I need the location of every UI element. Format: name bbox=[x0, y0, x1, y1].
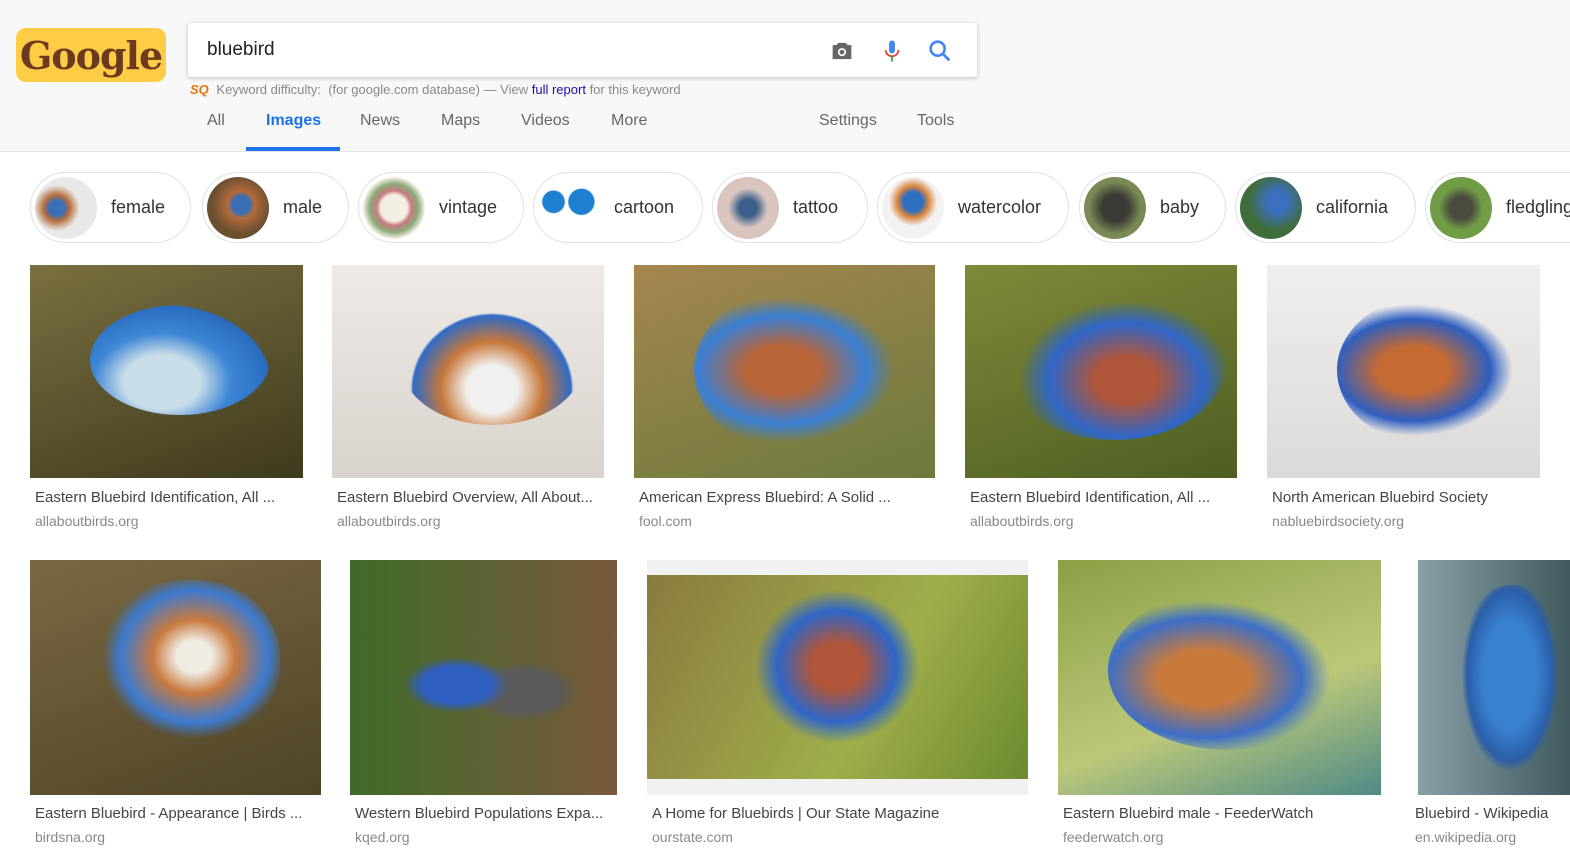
keyword-label: Keyword difficulty: bbox=[216, 82, 321, 97]
image-result[interactable]: Eastern Bluebird Overview, All About... … bbox=[332, 265, 604, 535]
chip-thumbnail bbox=[1240, 176, 1302, 239]
result-source[interactable]: fool.com bbox=[639, 513, 692, 529]
result-source[interactable]: birdsna.org bbox=[35, 829, 105, 845]
search-input[interactable] bbox=[207, 35, 807, 65]
result-image[interactable] bbox=[647, 560, 1028, 795]
result-source[interactable]: ourstate.com bbox=[652, 829, 733, 845]
keyword-difficulty-bar: SQ Keyword difficulty: (for google.com d… bbox=[190, 82, 681, 97]
active-tab-indicator bbox=[246, 147, 340, 151]
tab-images[interactable]: Images bbox=[266, 112, 321, 130]
result-image[interactable] bbox=[30, 560, 321, 795]
result-image[interactable] bbox=[1267, 265, 1540, 478]
tab-all[interactable]: All bbox=[207, 112, 225, 130]
tab-videos[interactable]: Videos bbox=[521, 112, 570, 130]
chip-label: vintage bbox=[439, 197, 498, 217]
tab-more[interactable]: More bbox=[611, 112, 647, 130]
image-result[interactable]: American Express Bluebird: A Solid ... f… bbox=[634, 265, 935, 535]
seoquake-icon: SQ bbox=[190, 82, 209, 97]
result-image[interactable] bbox=[634, 265, 935, 478]
result-source[interactable]: allaboutbirds.org bbox=[970, 513, 1074, 529]
chip-thumbnail bbox=[717, 176, 779, 239]
chip-thumbnail bbox=[1084, 176, 1146, 239]
google-doodle-logo[interactable]: Google bbox=[16, 28, 166, 82]
result-title[interactable]: Bluebird - Wikipedia bbox=[1415, 805, 1548, 822]
result-title[interactable]: North American Bluebird Society bbox=[1272, 489, 1488, 506]
chip-tattoo[interactable]: tattoo bbox=[712, 172, 868, 243]
image-result[interactable]: Bluebird - Wikipedia en.wikipedia.org bbox=[1410, 560, 1570, 850]
result-title[interactable]: American Express Bluebird: A Solid ... bbox=[639, 489, 891, 506]
keyword-db: (for google.com database) — View bbox=[328, 82, 529, 97]
result-source[interactable]: feederwatch.org bbox=[1063, 829, 1163, 845]
tab-news[interactable]: News bbox=[360, 112, 400, 130]
chip-fledgling[interactable]: fledgling bbox=[1425, 172, 1570, 243]
result-source[interactable]: allaboutbirds.org bbox=[337, 513, 441, 529]
header: Google SQ Keyword difficulty: (for googl… bbox=[0, 0, 1570, 152]
result-title[interactable]: Eastern Bluebird Overview, All About... bbox=[337, 489, 593, 506]
chip-label: male bbox=[283, 197, 323, 217]
tab-tools[interactable]: Tools bbox=[917, 112, 954, 130]
result-source[interactable]: nabluebirdsociety.org bbox=[1272, 513, 1404, 529]
image-result[interactable]: A Home for Bluebirds | Our State Magazin… bbox=[647, 560, 1028, 850]
chip-california[interactable]: california bbox=[1235, 172, 1416, 243]
keyword-suffix: for this keyword bbox=[589, 82, 681, 97]
chip-label: female bbox=[111, 197, 166, 217]
image-result[interactable]: Western Bluebird Populations Expa... kqe… bbox=[350, 560, 617, 850]
chip-thumbnail bbox=[363, 176, 425, 239]
result-image[interactable] bbox=[332, 265, 604, 478]
result-image[interactable] bbox=[1410, 560, 1570, 795]
image-result[interactable]: Eastern Bluebird Identification, All ...… bbox=[965, 265, 1237, 535]
chip-female[interactable]: female bbox=[30, 172, 191, 243]
chip-thumbnail bbox=[35, 176, 97, 239]
result-image[interactable] bbox=[965, 265, 1237, 478]
full-report-link[interactable]: full report bbox=[532, 82, 586, 97]
result-title[interactable]: Eastern Bluebird - Appearance | Birds ..… bbox=[35, 805, 302, 822]
search-box bbox=[188, 23, 977, 77]
chip-label: cartoon bbox=[614, 197, 675, 217]
result-image[interactable] bbox=[350, 560, 617, 795]
image-result[interactable]: Eastern Bluebird male - FeederWatch feed… bbox=[1058, 560, 1381, 850]
result-title[interactable]: Eastern Bluebird Identification, All ... bbox=[35, 489, 275, 506]
image-result[interactable]: Eastern Bluebird Identification, All ...… bbox=[30, 265, 303, 535]
chip-vintage[interactable]: vintage bbox=[358, 172, 524, 243]
chip-label: watercolor bbox=[958, 197, 1042, 217]
chip-label: fledgling bbox=[1506, 197, 1570, 217]
result-title[interactable]: Western Bluebird Populations Expa... bbox=[355, 805, 603, 822]
tab-settings[interactable]: Settings bbox=[819, 112, 877, 130]
chip-thumbnail bbox=[207, 176, 269, 239]
chip-thumbnail bbox=[1430, 176, 1492, 239]
chip-baby[interactable]: baby bbox=[1079, 172, 1226, 243]
result-title[interactable]: Eastern Bluebird Identification, All ... bbox=[970, 489, 1210, 506]
result-source[interactable]: en.wikipedia.org bbox=[1415, 829, 1516, 845]
chip-thumbnail bbox=[882, 176, 944, 239]
logo-text: Google bbox=[19, 32, 163, 78]
chip-label: california bbox=[1316, 197, 1389, 217]
camera-icon[interactable] bbox=[828, 37, 856, 65]
result-image[interactable] bbox=[30, 265, 303, 478]
chip-thumbnail bbox=[538, 176, 600, 239]
image-result[interactable]: Eastern Bluebird - Appearance | Birds ..… bbox=[30, 560, 321, 850]
chip-label: baby bbox=[1160, 197, 1200, 217]
microphone-icon[interactable] bbox=[878, 37, 906, 65]
result-source[interactable]: kqed.org bbox=[355, 829, 409, 845]
result-title[interactable]: Eastern Bluebird male - FeederWatch bbox=[1063, 805, 1313, 822]
search-icon[interactable] bbox=[926, 37, 954, 65]
image-result[interactable]: North American Bluebird Society nabluebi… bbox=[1267, 265, 1540, 535]
tab-maps[interactable]: Maps bbox=[441, 112, 480, 130]
chip-cartoon[interactable]: cartoon bbox=[533, 172, 703, 243]
chip-male[interactable]: male bbox=[202, 172, 349, 243]
chip-watercolor[interactable]: watercolor bbox=[877, 172, 1069, 243]
result-image[interactable] bbox=[1058, 560, 1381, 795]
chip-label: tattoo bbox=[793, 197, 839, 217]
result-title[interactable]: A Home for Bluebirds | Our State Magazin… bbox=[652, 805, 939, 822]
result-source[interactable]: allaboutbirds.org bbox=[35, 513, 139, 529]
